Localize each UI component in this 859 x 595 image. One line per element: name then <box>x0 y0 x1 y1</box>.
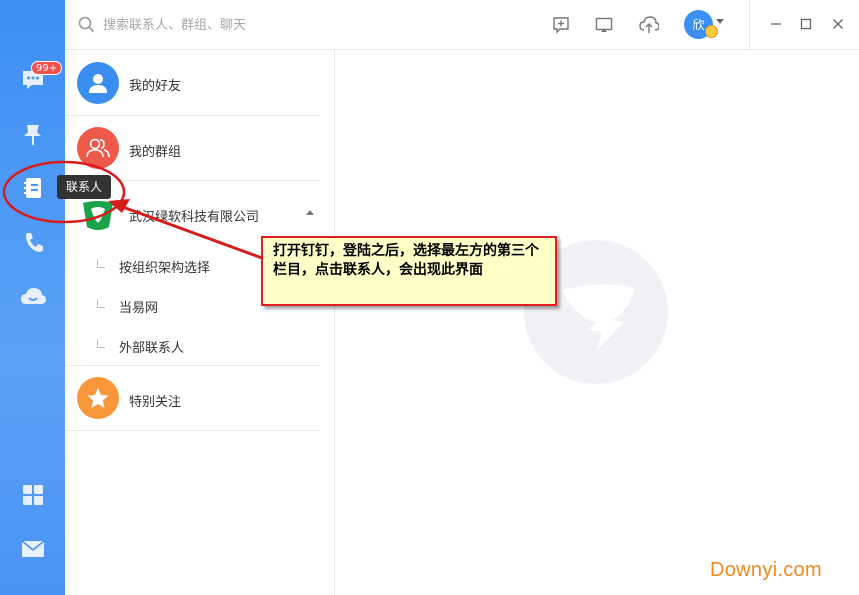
person-icon <box>89 74 107 93</box>
my-groups-label: 我的群组 <box>129 145 182 160</box>
screen-share-button[interactable] <box>592 13 616 37</box>
phone-icon <box>25 233 43 252</box>
company-logo <box>79 195 117 233</box>
monitor-icon <box>595 17 613 32</box>
main-content <box>335 50 859 595</box>
contacts-tooltip: 联系人 <box>57 175 112 199</box>
grid-apps-icon <box>22 485 43 505</box>
avatar-initial: 欣 <box>692 18 705 32</box>
company-label: 武汉绿软科技有限公司 <box>129 210 260 225</box>
maximize-button[interactable] <box>795 13 817 35</box>
mail-icon <box>20 540 45 557</box>
annotation-callout: 打开钉钉，登陆之后，选择最左方的第三个栏目，点击联系人，会出现此界面 <box>261 236 557 306</box>
pin-icon <box>23 125 41 145</box>
top-bar: 欣 <box>65 0 859 50</box>
maximize-icon <box>800 18 812 30</box>
rail-phone-button[interactable] <box>0 217 65 267</box>
new-chat-button[interactable] <box>549 13 573 37</box>
special-attention-item[interactable]: 特别关注 <box>65 366 320 430</box>
org-structure-label: 按组织架构选择 <box>119 261 211 276</box>
cloud-upload-icon <box>639 16 659 33</box>
tree-connector <box>97 339 105 348</box>
rail-mail-button[interactable] <box>0 524 65 574</box>
unread-badge: 99+ <box>31 61 63 75</box>
rail-contacts-button[interactable] <box>0 163 65 213</box>
group-icon <box>86 138 110 158</box>
close-button[interactable] <box>827 13 849 35</box>
close-icon <box>833 19 843 29</box>
rail-ding-button[interactable] <box>0 110 65 160</box>
company-logo-icon <box>83 201 113 230</box>
left-rail: 99+ <box>0 0 65 595</box>
dangyi-label: 当易网 <box>119 301 159 316</box>
minimize-button[interactable] <box>765 13 787 35</box>
site-watermark: Downyi.com <box>710 559 822 581</box>
cloud-upload-button[interactable] <box>637 13 661 37</box>
chevron-up-icon[interactable] <box>306 209 314 215</box>
contacts-book-icon <box>23 178 41 198</box>
tree-connector <box>97 259 105 268</box>
dingtalk-window: 99+ 搜索联系人、群组、聊天 欣 我的好友 我的群组 武汉绿软科技有限公司 按… <box>0 0 859 595</box>
external-contacts-label: 外部联系人 <box>119 341 185 356</box>
rail-cloud-button[interactable] <box>0 272 65 322</box>
my-friends-label: 我的好友 <box>129 79 182 94</box>
contacts-panel: 我的好友 我的群组 武汉绿软科技有限公司 按组织架构选择 当易网 外部联系人 特… <box>65 50 335 595</box>
my-groups-item[interactable]: 我的群组 <box>65 116 320 180</box>
special-attention-label: 特别关注 <box>129 395 182 410</box>
special-avatar <box>77 377 119 419</box>
chevron-down-icon[interactable] <box>716 19 724 25</box>
tree-connector <box>97 299 105 308</box>
star-icon <box>87 388 109 408</box>
toolbar-divider <box>749 0 750 50</box>
rail-workbench-button[interactable] <box>0 470 65 520</box>
search-input[interactable] <box>103 13 403 37</box>
search-icon <box>78 16 95 33</box>
status-emoji-icon <box>705 25 718 38</box>
minimize-icon <box>771 23 781 25</box>
groups-avatar <box>77 127 119 169</box>
cloud-smile-icon <box>20 288 46 304</box>
friends-avatar <box>77 62 119 104</box>
add-square-icon <box>553 17 569 34</box>
external-contacts-item[interactable]: 外部联系人 <box>65 326 320 366</box>
divider <box>65 430 320 431</box>
my-friends-item[interactable]: 我的好友 <box>65 50 320 115</box>
